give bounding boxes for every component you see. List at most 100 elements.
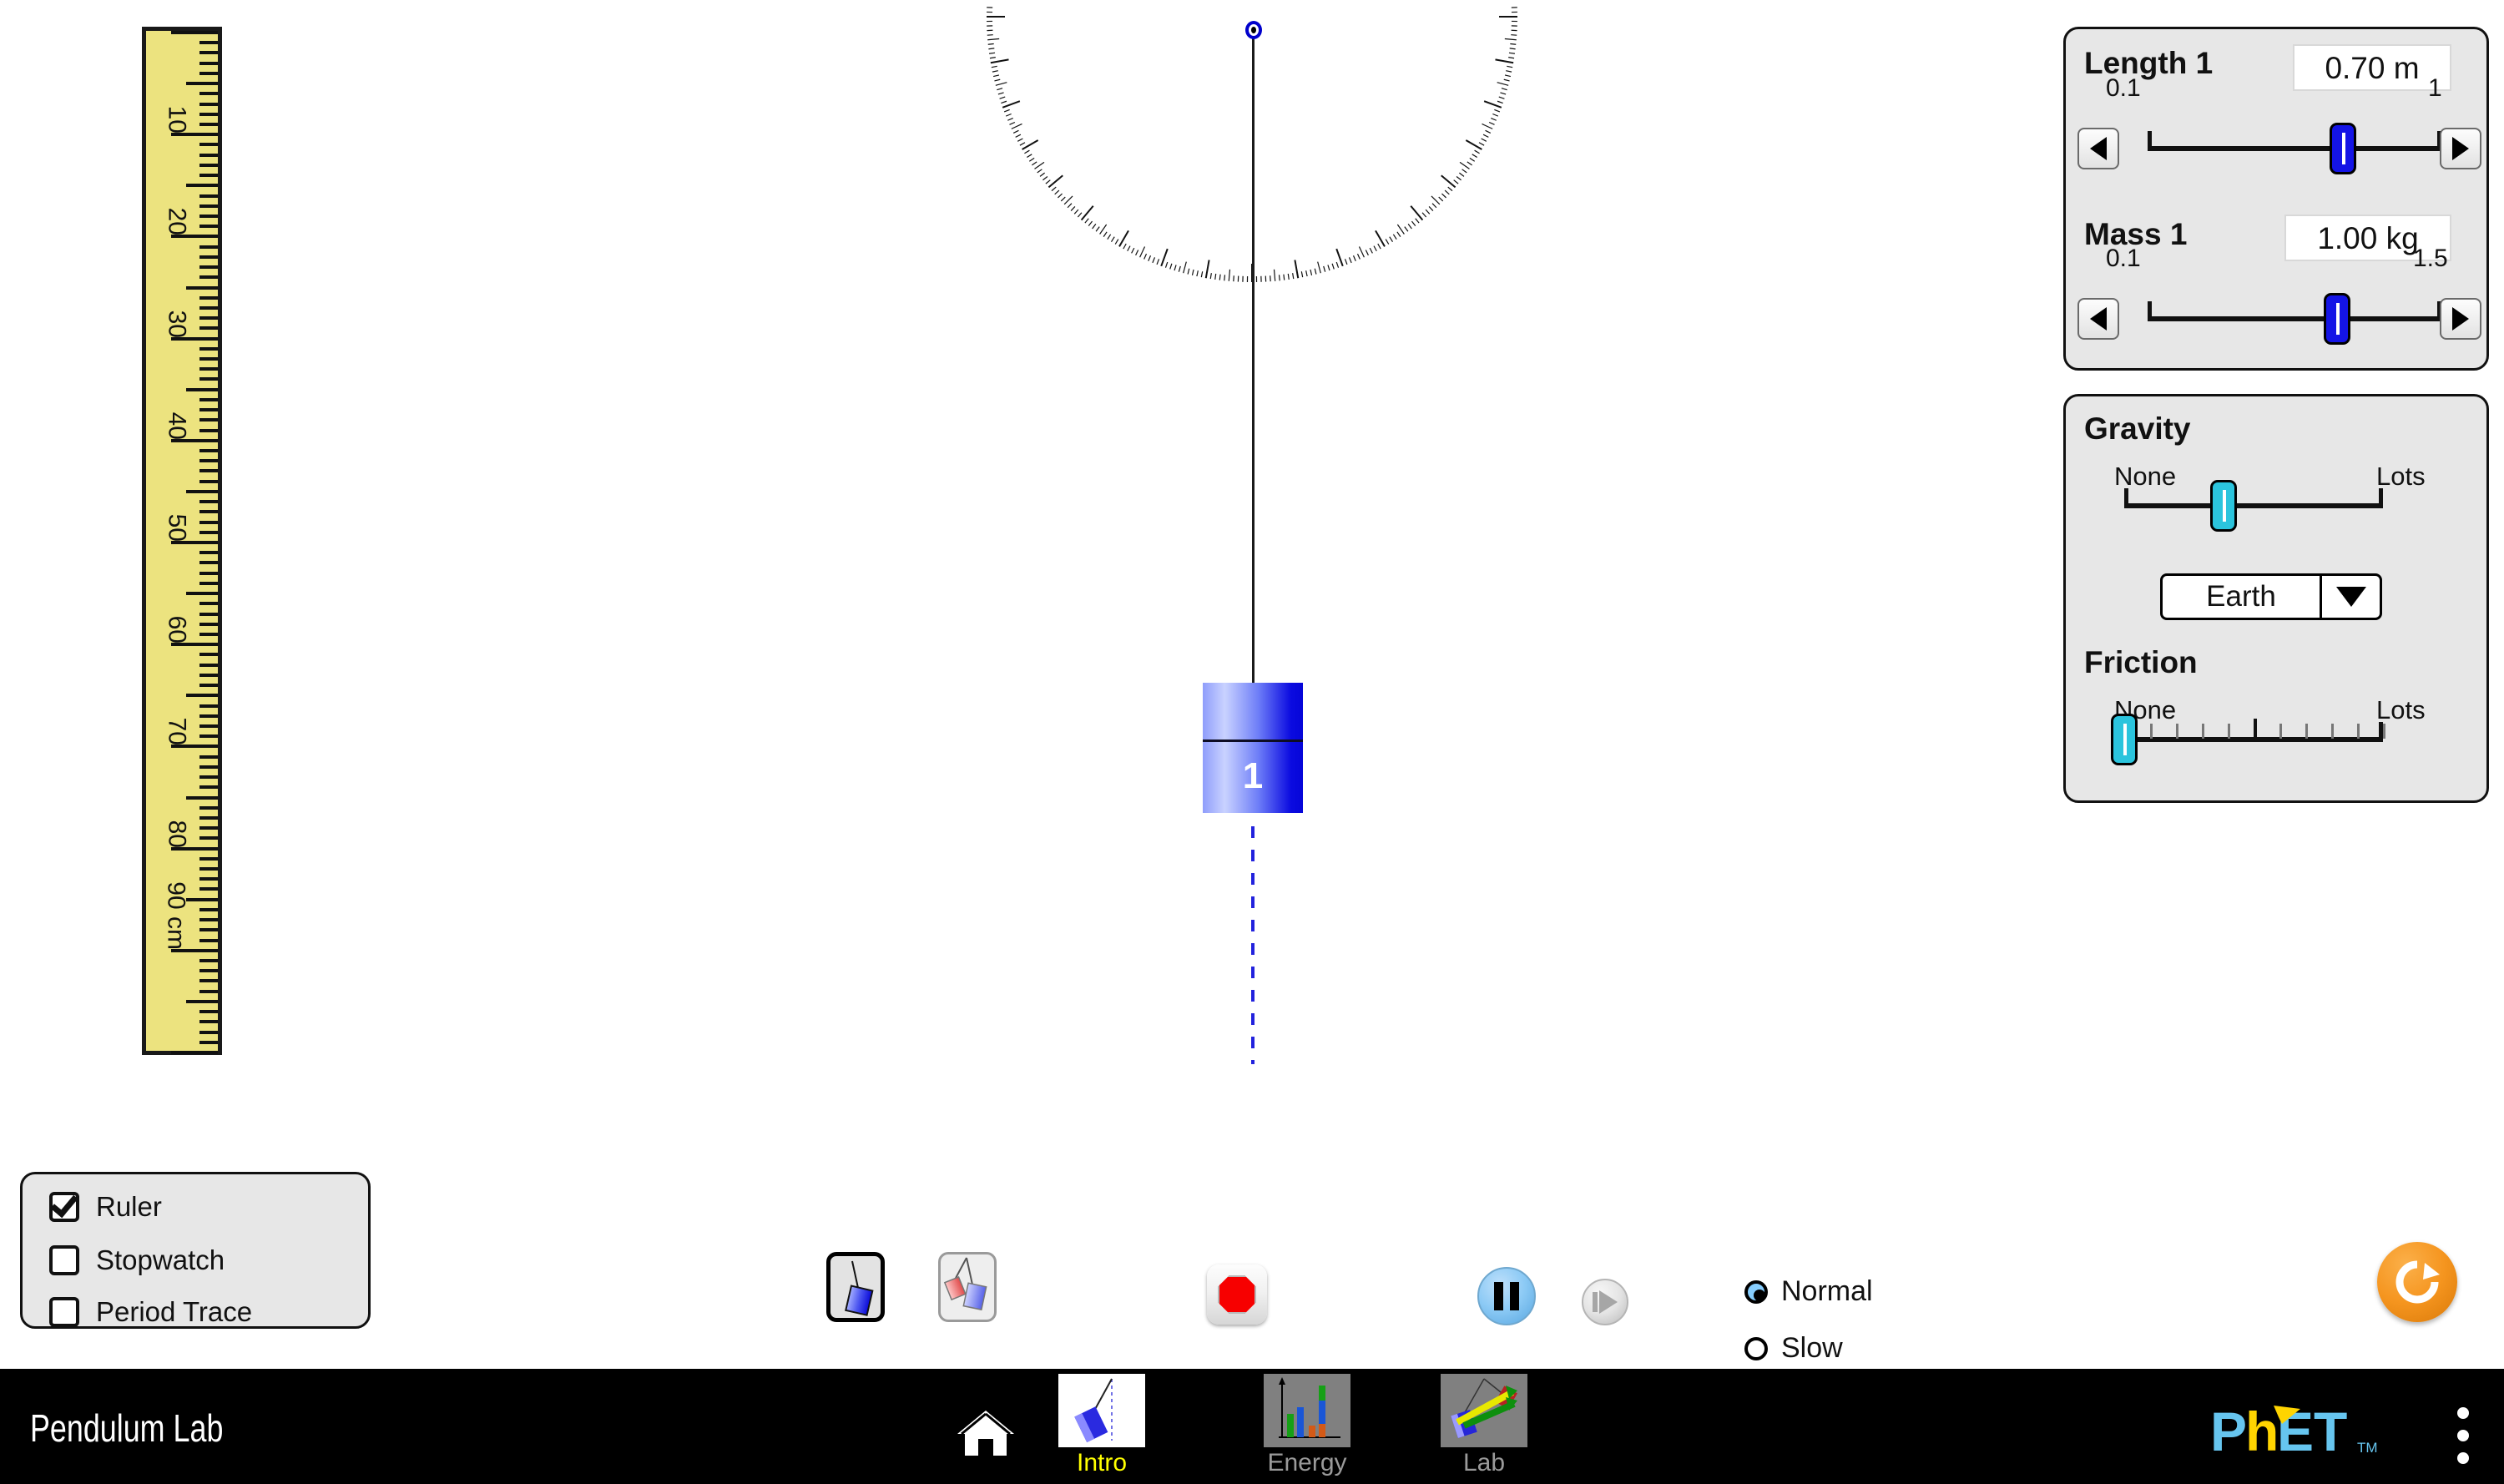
speed-option-slow[interactable]: Slow [1744,1332,1843,1365]
protractor-tick [1123,243,1127,250]
length-increment-button[interactable] [2440,128,2481,169]
two-pendulums-button[interactable] [938,1252,997,1322]
protractor-tick [992,70,998,73]
friction-slider-thumb[interactable] [2111,714,2138,765]
protractor-tick [1131,247,1135,254]
protractor-tick [1503,78,1510,82]
protractor-tick [1438,196,1444,202]
tab-intro[interactable]: Intro [1058,1374,1145,1477]
checkbox-row-ruler[interactable]: Ruler [49,1189,162,1223]
tab-energy-thumbnail [1264,1374,1350,1447]
pendulum-string[interactable] [1252,30,1255,684]
length-slider-thumb[interactable] [2330,123,2357,174]
stopwatch-checkbox[interactable] [49,1245,79,1275]
protractor-tick [997,88,1003,91]
gravity-slider-track[interactable] [2124,503,2383,508]
speed-slow-label: Slow [1781,1332,1843,1364]
mass-decrement-button[interactable] [2077,298,2119,340]
protractor-tick [1273,269,1276,281]
checkbox-row-stopwatch[interactable]: Stopwatch [49,1244,225,1276]
friction-max-label: Lots [2376,695,2426,724]
check-icon [50,1189,78,1219]
protractor-tick [1462,169,1467,174]
protractor-tick [1396,231,1401,237]
protractor-tick [1095,226,1100,232]
stop-record-button[interactable] [1207,1264,1267,1325]
length-mass-panel: Length 1 0.70 m 0.1 1 Mass 1 1.00 kg 0.1… [2063,27,2489,371]
pause-button[interactable] [1477,1267,1536,1325]
protractor-tick [1073,209,1079,215]
protractor-tick [1369,247,1373,254]
visibility-checkbox-panel: Ruler Stopwatch Period Trace [20,1172,371,1329]
protractor-tick [1305,270,1308,277]
tab-energy-label: Energy [1267,1449,1347,1476]
protractor-tick [1444,189,1450,195]
step-forward-button[interactable] [1582,1279,1628,1325]
protractor-tick [1497,82,1509,86]
home-button[interactable] [957,1409,1015,1457]
protractor-tick [1431,203,1437,209]
home-icon [957,1411,1014,1456]
gravity-slider-thumb[interactable] [2210,480,2238,532]
radio-normal-icon[interactable] [1744,1280,1768,1304]
protractor-tick [1482,134,1489,138]
protractor-tick [1143,253,1148,260]
trademark-label: TM [2357,1440,2378,1456]
phet-logo[interactable]: P h ET TM [2210,1401,2424,1463]
protractor-tick [1060,196,1066,202]
radio-slow-icon[interactable] [1744,1336,1768,1360]
protractor-tick [988,48,995,50]
tab-intro-thumbnail [1058,1374,1145,1447]
sim-title: Pendulum Lab [30,1406,224,1450]
speed-option-normal[interactable]: Normal [1744,1275,1873,1308]
protractor-tick [1494,109,1501,113]
protractor-tick [999,96,1006,99]
protractor-tick [1022,139,1039,150]
protractor-tick [995,82,1007,86]
menu-button[interactable] [2457,1407,2469,1475]
protractor-tick [1001,100,1007,104]
mass-slider-track[interactable] [2148,316,2441,321]
protractor-tick [1428,206,1434,211]
protractor-tick [1459,161,1470,169]
protractor-tick [1092,224,1097,230]
pendulum-bob[interactable]: 1 [1203,683,1303,813]
protractor-tick [1441,174,1456,189]
length-slider-track[interactable] [2148,146,2441,151]
protractor-tick [1488,121,1495,125]
tab-lab[interactable]: Lab [1441,1374,1527,1477]
protractor-tick [1482,123,1493,129]
dropdown-toggle[interactable] [2320,576,2380,618]
protractor-tick [1148,255,1152,261]
phet-logo-icon: P h ET TM [2210,1401,2378,1462]
mass-slider-thumb[interactable] [2324,293,2351,345]
period-trace-checkbox[interactable] [49,1297,79,1327]
protractor-tick [1469,157,1476,162]
length-decrement-button[interactable] [2077,128,2119,169]
protractor-tick [1453,179,1459,184]
protractor-tick [1456,175,1462,181]
protractor-tick [1169,263,1173,270]
protractor-tick [987,43,994,45]
bob-number-label: 1 [1242,755,1264,796]
gravity-body-dropdown[interactable]: Earth [2160,573,2382,620]
protractor-tick [1003,109,1010,113]
protractor-tick [1034,161,1045,169]
one-pendulum-button[interactable] [826,1252,885,1322]
protractor-tick [1005,113,1012,117]
protractor-tick [1415,218,1420,224]
reset-all-button[interactable] [2377,1242,2457,1322]
protractor-tick [1365,250,1369,256]
mass-slider-min-tick [2148,301,2152,321]
mass-increment-button[interactable] [2440,298,2481,340]
protractor-tick [1392,234,1397,240]
chevron-down-icon [2335,587,2366,607]
checkbox-row-period-trace[interactable]: Period Trace [49,1296,252,1328]
ruler-checkbox[interactable] [49,1189,79,1222]
tab-energy[interactable]: Energy [1264,1374,1350,1477]
one-pendulum-icon [845,1260,874,1316]
protractor-tick [1152,257,1156,264]
protractor-tick [1323,265,1326,272]
protractor-tick [1187,268,1190,275]
protractor-tick [1011,123,1022,129]
